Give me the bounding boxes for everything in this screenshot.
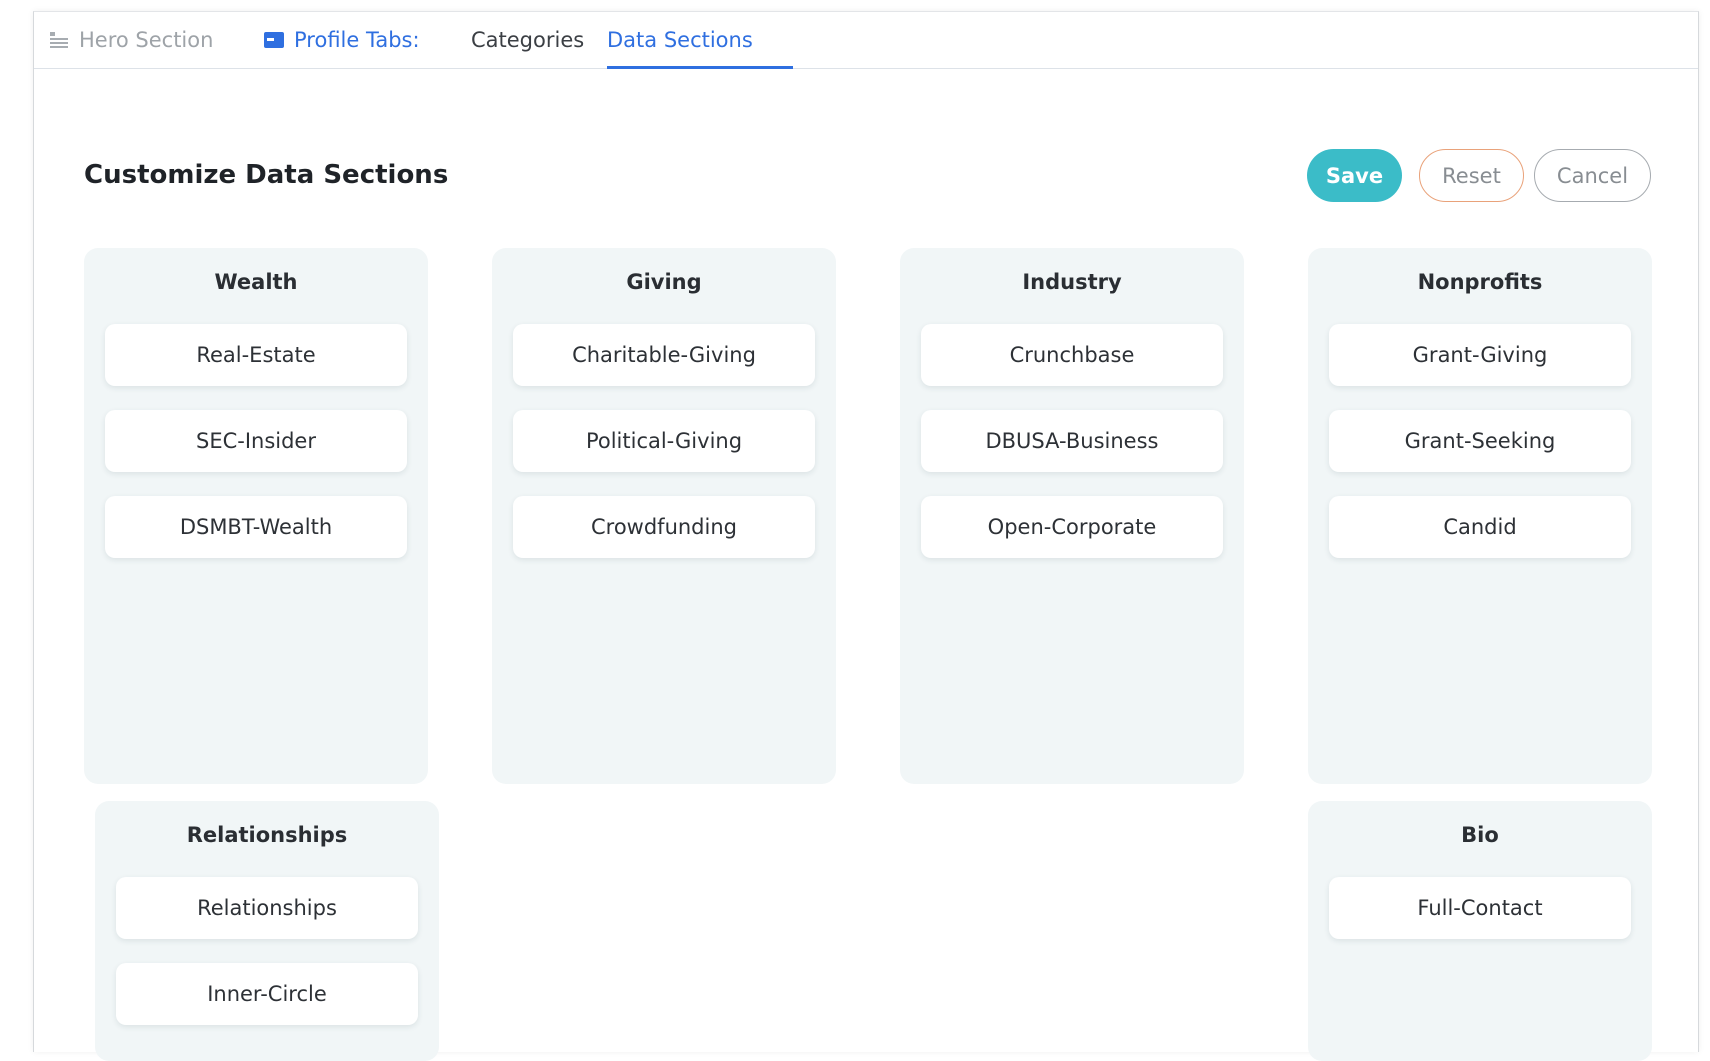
tab-hero-label: Hero Section — [79, 28, 214, 52]
section-card-relationships: Relationships Relationships Inner-Circle — [95, 801, 439, 1061]
hero-section-icon — [49, 31, 69, 49]
section-item[interactable]: Crunchbase — [921, 324, 1223, 386]
section-card-nonprofits: Nonprofits Grant-Giving Grant-Seeking Ca… — [1308, 248, 1652, 784]
section-item[interactable]: Inner-Circle — [116, 963, 418, 1025]
page-title: Customize Data Sections — [84, 160, 449, 190]
section-title: Bio — [1461, 823, 1499, 847]
section-item[interactable]: Relationships — [116, 877, 418, 939]
section-title: Giving — [626, 270, 702, 294]
tab-data-sections[interactable]: Data Sections — [607, 12, 753, 68]
active-tab-indicator — [607, 66, 793, 69]
tab-profile-tabs[interactable]: Profile Tabs: — [264, 12, 420, 68]
section-item[interactable]: Candid — [1329, 496, 1631, 558]
save-button[interactable]: Save — [1307, 149, 1402, 202]
section-card-wealth: Wealth Real-Estate SEC-Insider DSMBT-Wea… — [84, 248, 428, 784]
section-card-bio: Bio Full-Contact — [1308, 801, 1652, 1061]
section-title: Industry — [1022, 270, 1122, 294]
section-item[interactable]: Grant-Giving — [1329, 324, 1631, 386]
section-title: Wealth — [214, 270, 298, 294]
tab-profile-label: Profile Tabs: — [294, 28, 420, 52]
section-title: Nonprofits — [1417, 270, 1543, 294]
section-item[interactable]: SEC-Insider — [105, 410, 407, 472]
tab-hero-section[interactable]: Hero Section — [49, 12, 213, 68]
section-item[interactable]: DSMBT-Wealth — [105, 496, 407, 558]
tab-bar: Hero Section Profile Tabs: Categories Da… — [34, 12, 1698, 69]
section-item[interactable]: Crowdfunding — [513, 496, 815, 558]
section-item[interactable]: Charitable-Giving — [513, 324, 815, 386]
section-item[interactable]: Political-Giving — [513, 410, 815, 472]
section-item[interactable]: Real-Estate — [105, 324, 407, 386]
section-item[interactable]: DBUSA-Business — [921, 410, 1223, 472]
section-item[interactable]: Full-Contact — [1329, 877, 1631, 939]
app-window: Hero Section Profile Tabs: Categories Da… — [33, 11, 1699, 1061]
section-card-giving: Giving Charitable-Giving Political-Givin… — [492, 248, 836, 784]
section-card-industry: Industry Crunchbase DBUSA-Business Open-… — [900, 248, 1244, 784]
section-item[interactable]: Open-Corporate — [921, 496, 1223, 558]
reset-button[interactable]: Reset — [1419, 149, 1524, 202]
cancel-button[interactable]: Cancel — [1534, 149, 1651, 202]
tab-categories[interactable]: Categories — [471, 12, 584, 68]
profile-tabs-icon — [264, 32, 284, 48]
section-item[interactable]: Grant-Seeking — [1329, 410, 1631, 472]
section-title: Relationships — [186, 823, 348, 847]
